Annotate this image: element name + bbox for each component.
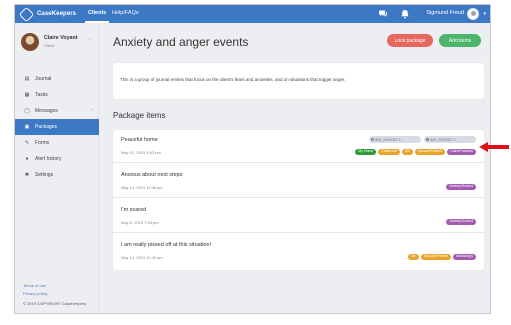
privacy-link[interactable]: Privacy policy [23, 291, 86, 296]
tag-badge: Anxiety/Scared [446, 219, 476, 225]
list-item[interactable]: I am really pissed off at this situation… [113, 235, 484, 268]
logo-text: CaseKeepers [37, 11, 77, 17]
item-date: May 12, 2019 4:53 pm [121, 150, 161, 155]
sidebar-item-forms[interactable]: ✎ Forms [15, 135, 99, 151]
item-tags: Anxiety/Scared [446, 219, 476, 225]
sidebar-item-settings[interactable]: ✱ Settings [15, 167, 99, 183]
tag-badge: Childhood [378, 149, 401, 155]
item-tags: My Home Childhood Me Spouse/Partner Calm… [355, 149, 476, 155]
tag-badge: Me [402, 149, 413, 155]
page-title: Anxiety and anger events [113, 35, 249, 49]
tag-badge: Spouse/Partner [420, 254, 452, 260]
nav-clients[interactable]: Clients [88, 10, 106, 16]
chevron-right-icon[interactable]: › [89, 37, 91, 43]
item-date: May 14, 2019 11:49 am [121, 255, 163, 260]
sidebar-item-packages[interactable]: ▣ Packages [15, 119, 99, 135]
item-tags: Me Spouse/Partner Mad/Angry [407, 254, 476, 260]
packages-icon: ▣ [24, 124, 30, 130]
sidebar-menu: ▤ Journal ▦ Tasks ◯ Messages › ▣ Package… [15, 71, 99, 183]
chevron-down-icon[interactable]: ▾ [483, 11, 486, 17]
chat-icon[interactable] [378, 9, 388, 19]
nav-help[interactable]: Help/FAQs [112, 10, 139, 16]
item-tags: Anxiety/Scared [446, 184, 476, 190]
client-subtitle: Client [44, 43, 55, 48]
sidebar-item-alert-history[interactable]: ● Alert history [15, 151, 99, 167]
messages-icon: ◯ [24, 108, 30, 114]
sidebar-item-label: Journal [35, 76, 52, 82]
list-item[interactable]: Anxious about next steps May 14, 2019 11… [113, 165, 484, 198]
lock-package-button[interactable]: Lock package [387, 34, 433, 47]
tag-badge: Me [407, 254, 419, 260]
tag-badge: My Home [355, 149, 377, 155]
section-title: Package items [113, 111, 166, 120]
top-navbar: CaseKeepers Clients Help/FAQs Sigmund Fr… [15, 5, 490, 23]
package-items-list: Peaceful home May 12, 2019 4:53 pm IMG_2… [113, 130, 484, 270]
sidebar-item-journal[interactable]: ▤ Journal [15, 71, 99, 87]
item-title[interactable]: I'm scared [121, 207, 146, 213]
forms-icon: ✎ [24, 140, 30, 146]
list-item[interactable]: Peaceful home May 12, 2019 4:53 pm IMG_2… [113, 130, 484, 163]
tag-badge: Mad/Angry [453, 254, 476, 260]
item-title[interactable]: Anxious about next steps [121, 172, 182, 178]
item-date: May 14, 2019 11:46 am [121, 185, 163, 190]
sidebar-footer: Terms of use Privacy policy © 2019 COPYR… [23, 283, 86, 309]
copyright-text: © 2019 COPYRIGHT CaseKeepers [23, 301, 87, 306]
attachment-chip[interactable]: IMG_20190327 1... [369, 136, 421, 143]
sidebar-item-label: Packages [35, 124, 57, 130]
client-selector[interactable]: Claire Voyant Client › [21, 33, 99, 55]
user-name[interactable]: Sigmund Freud [426, 10, 464, 16]
item-title[interactable]: I am really pissed off at this situation… [121, 242, 211, 248]
logo-icon [18, 6, 35, 22]
item-title[interactable]: Peaceful home [121, 137, 158, 143]
sidebar-item-label: Alert history [35, 156, 62, 162]
sidebar-item-label: Tasks [35, 92, 48, 98]
tasks-icon: ▦ [24, 92, 30, 98]
app-window: CaseKeepers Clients Help/FAQs Sigmund Fr… [14, 4, 491, 314]
sidebar-item-label: Messages [35, 108, 58, 114]
sidebar: Claire Voyant Client › ▤ Journal ▦ Tasks… [15, 23, 99, 313]
bell-icon[interactable] [400, 9, 410, 19]
list-item[interactable]: I'm scared May 6, 2019 7:43 pm Anxiety/S… [113, 200, 484, 233]
add-items-button[interactable]: Add items [439, 34, 481, 47]
sidebar-item-tasks[interactable]: ▦ Tasks [15, 87, 99, 103]
tag-badge: Calm/Peaceful [447, 149, 476, 155]
item-date: May 6, 2019 7:43 pm [121, 220, 159, 225]
sidebar-item-label: Forms [35, 140, 50, 146]
sidebar-item-messages[interactable]: ◯ Messages › [15, 103, 99, 119]
description-card: This is a group of journal entries that … [113, 63, 484, 99]
tag-badge: Spouse/Partner [414, 149, 446, 155]
attachment-chip[interactable]: IMG_20190327 1... [424, 136, 476, 143]
arrow-left-icon [479, 142, 509, 152]
chevron-right-icon[interactable]: › [91, 107, 93, 113]
journal-icon: ▤ [24, 76, 30, 82]
tag-badge: Anxiety/Scared [446, 184, 476, 190]
client-name: Claire Voyant [44, 35, 78, 41]
item-attachments: IMG_20190327 1... IMG_20190327 1... [369, 136, 476, 143]
client-avatar [21, 33, 39, 51]
package-description: This is a group of journal entries that … [120, 77, 346, 82]
sidebar-item-label: Settings [35, 172, 54, 178]
terms-link[interactable]: Terms of use [23, 283, 86, 288]
logo[interactable]: CaseKeepers [18, 6, 77, 22]
alert-icon: ● [25, 156, 29, 162]
gear-icon: ✱ [24, 172, 30, 178]
main-content: Anxiety and anger events Lock package Ad… [99, 23, 490, 313]
user-avatar[interactable] [467, 8, 479, 20]
